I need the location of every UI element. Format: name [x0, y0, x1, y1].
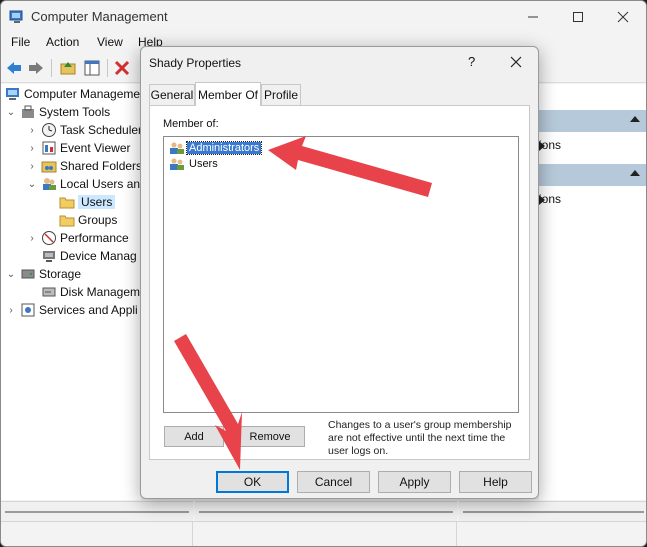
tree-item-task-scheduler[interactable]: › Task Scheduler	[26, 121, 142, 139]
actions-pane: ions ions	[539, 84, 646, 500]
maximize-button[interactable]	[556, 5, 600, 29]
console-tree: Computer Manageme ⌄ System Tools › Task …	[1, 84, 142, 500]
tree-item-performance[interactable]: › Performance	[26, 229, 129, 247]
window-title: Computer Management	[31, 9, 168, 24]
tab-member-of[interactable]: Member Of	[195, 82, 261, 106]
menu-file[interactable]: File	[11, 35, 30, 49]
folder-icon	[59, 212, 75, 228]
tree-item-services-and-applications[interactable]: › Services and Appli	[5, 301, 137, 319]
back-icon[interactable]	[5, 59, 23, 77]
actions-header[interactable]	[539, 164, 646, 186]
group-icon	[169, 140, 185, 156]
tree-item-disk-management[interactable]: Disk Managem	[26, 283, 140, 301]
expand-icon[interactable]: ›	[26, 233, 38, 244]
minimize-button[interactable]	[511, 5, 555, 29]
collapse-icon[interactable]	[630, 116, 640, 122]
dialog-help-button[interactable]: ?	[468, 54, 475, 69]
folder-icon	[59, 194, 75, 210]
cancel-button[interactable]: Cancel	[297, 471, 370, 493]
up-folder-icon[interactable]	[59, 59, 77, 77]
storage-icon	[20, 266, 36, 282]
tree-item-shared-folders[interactable]: › Shared Folders	[26, 157, 142, 175]
forward-icon[interactable]	[27, 59, 45, 77]
tree-item-computer-management[interactable]: Computer Manageme	[5, 85, 140, 103]
tab-general[interactable]: General	[149, 84, 195, 105]
chevron-right-icon	[539, 141, 545, 151]
list-item-users[interactable]: Users	[169, 156, 220, 172]
more-actions-row[interactable]: ions	[539, 136, 646, 154]
apply-button[interactable]: Apply	[378, 471, 451, 493]
tree-item-storage[interactable]: ⌄ Storage	[5, 265, 81, 283]
help-button[interactable]: Help	[459, 471, 532, 493]
status-pane	[193, 522, 457, 546]
expand-icon[interactable]: ›	[5, 305, 17, 316]
membership-note: Changes to a user's group membership are…	[328, 419, 512, 457]
chevron-right-icon	[539, 195, 545, 205]
tree-item-system-tools[interactable]: ⌄ System Tools	[5, 103, 110, 121]
collapse-icon[interactable]: ⌄	[5, 107, 17, 118]
tools-icon	[20, 104, 36, 120]
menu-view[interactable]: View	[97, 35, 123, 49]
status-pane	[1, 522, 193, 546]
properties-dialog: Shady Properties ? General Member Of Pro…	[140, 46, 539, 499]
delete-icon[interactable]	[113, 59, 131, 77]
users-icon	[41, 176, 57, 192]
tree-item-users[interactable]: Users	[44, 193, 116, 211]
shared-folder-icon	[41, 158, 57, 174]
tree-item-device-manager[interactable]: Device Manag	[26, 247, 137, 265]
close-button[interactable]	[601, 5, 645, 29]
actions-header[interactable]	[539, 110, 646, 132]
collapse-icon[interactable]	[630, 170, 640, 176]
list-item-administrators[interactable]: Administrators	[169, 140, 263, 156]
expand-icon[interactable]: ›	[26, 125, 38, 136]
collapse-icon[interactable]: ⌄	[5, 269, 17, 280]
more-actions-row[interactable]: ions	[539, 190, 646, 208]
clock-icon	[41, 122, 57, 138]
show-hide-tree-icon[interactable]	[83, 59, 101, 77]
member-of-label: Member of:	[163, 118, 219, 130]
computer-management-icon	[9, 9, 25, 25]
performance-icon	[41, 230, 57, 246]
collapse-icon[interactable]: ⌄	[26, 179, 38, 190]
tree-item-local-users-and-groups[interactable]: ⌄ Local Users an	[26, 175, 140, 193]
dialog-close-icon[interactable]	[505, 52, 527, 72]
computer-icon	[5, 86, 21, 102]
services-icon	[20, 302, 36, 318]
horizontal-scrollbar[interactable]	[459, 501, 646, 521]
ok-button[interactable]: OK	[216, 471, 289, 493]
group-list[interactable]: Administrators Users	[163, 136, 519, 413]
add-button[interactable]: Add	[164, 426, 224, 447]
group-icon	[169, 156, 185, 172]
toolbar-separator	[51, 59, 52, 77]
device-manager-icon	[41, 248, 57, 264]
dialog-title: Shady Properties	[149, 56, 242, 70]
title-bar: Computer Management	[1, 1, 646, 33]
expand-icon[interactable]: ›	[26, 143, 38, 154]
remove-button[interactable]: Remove	[235, 426, 305, 447]
member-of-panel: Member of: Administrators Users Add Remo…	[149, 105, 530, 460]
toolbar-separator	[107, 59, 108, 77]
menu-action[interactable]: Action	[46, 35, 79, 49]
expand-icon[interactable]: ›	[26, 161, 38, 172]
tree-item-event-viewer[interactable]: › Event Viewer	[26, 139, 130, 157]
horizontal-scrollbar[interactable]	[195, 501, 457, 521]
horizontal-scrollbar[interactable]	[1, 501, 193, 521]
event-viewer-icon	[41, 140, 57, 156]
status-bar	[1, 521, 646, 546]
tab-profile[interactable]: Profile	[261, 84, 301, 105]
disk-icon	[41, 284, 57, 300]
tree-item-groups[interactable]: Groups	[44, 211, 117, 229]
